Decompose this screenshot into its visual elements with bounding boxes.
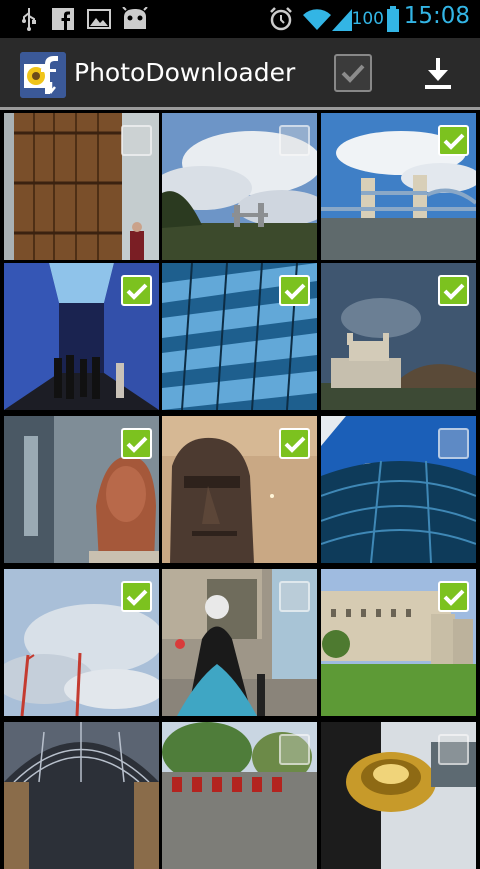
photo-tile[interactable]	[4, 722, 159, 869]
photo-tile[interactable]	[321, 416, 476, 563]
signal-icon	[330, 6, 354, 32]
photo-grid	[0, 110, 480, 869]
checkmark-icon	[284, 283, 305, 300]
photo-tile[interactable]	[162, 569, 317, 716]
photo-checkbox[interactable]	[438, 734, 469, 765]
select-all-checkbox[interactable]	[334, 54, 372, 92]
checkmark-icon	[126, 589, 147, 606]
photo-tile[interactable]	[162, 113, 317, 260]
photo-checkbox[interactable]	[121, 275, 152, 306]
photo-tile[interactable]	[4, 416, 159, 563]
photo-tile[interactable]	[162, 722, 317, 869]
photo-tile[interactable]	[162, 263, 317, 410]
photo-glass-arcade	[4, 722, 159, 869]
photo-checkbox[interactable]	[279, 428, 310, 459]
download-button[interactable]	[420, 54, 456, 94]
action-bar: PhotoDownloader	[0, 38, 480, 110]
photo-checkbox[interactable]	[279, 275, 310, 306]
wifi-icon	[302, 6, 332, 32]
gallery-icon	[87, 6, 111, 32]
checkmark-icon	[126, 436, 147, 453]
status-clock: 15:08	[403, 3, 470, 29]
download-icon	[425, 58, 451, 89]
photo-checkbox[interactable]	[438, 581, 469, 612]
checkmark-icon	[443, 133, 464, 150]
usb-icon	[18, 6, 40, 32]
photo-checkbox[interactable]	[279, 581, 310, 612]
photo-tile[interactable]	[321, 722, 476, 869]
facebook-icon	[52, 6, 74, 32]
photo-checkbox[interactable]	[438, 125, 469, 156]
battery-icon	[386, 6, 400, 32]
alarm-icon	[268, 6, 294, 32]
photo-checkbox[interactable]	[438, 428, 469, 459]
photo-tile[interactable]	[321, 569, 476, 716]
battery-level: 100	[351, 9, 384, 29]
app-title: PhotoDownloader	[74, 58, 296, 87]
android-debug-icon	[120, 6, 150, 32]
checkmark-icon	[126, 283, 147, 300]
photo-tile[interactable]	[321, 113, 476, 260]
photo-checkbox[interactable]	[121, 125, 152, 156]
photo-tile[interactable]	[162, 416, 317, 563]
checkmark-icon	[443, 283, 464, 300]
checkmark-icon	[284, 436, 305, 453]
photo-tile[interactable]	[4, 569, 159, 716]
photo-checkbox[interactable]	[279, 734, 310, 765]
photo-checkbox[interactable]	[438, 275, 469, 306]
photo-tile[interactable]	[4, 113, 159, 260]
status-bar: 100 15:08	[0, 0, 480, 38]
checkmark-icon	[443, 589, 464, 606]
photo-checkbox[interactable]	[121, 428, 152, 459]
photo-tile[interactable]	[321, 263, 476, 410]
checkmark-icon	[341, 64, 365, 83]
app-logo	[20, 52, 66, 98]
photo-tile[interactable]	[4, 263, 159, 410]
photo-checkbox[interactable]	[121, 581, 152, 612]
photo-checkbox[interactable]	[279, 125, 310, 156]
